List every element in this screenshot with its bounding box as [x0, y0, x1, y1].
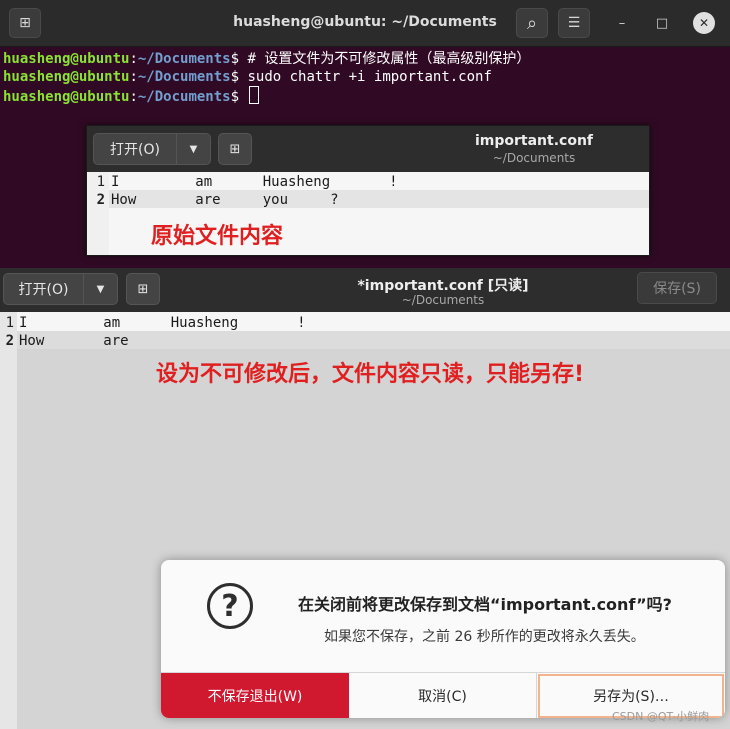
open-button[interactable]: 打开(O) [93, 133, 177, 165]
close-button[interactable]: ✕ [693, 12, 715, 34]
editor-line[interactable]: How are you ? [111, 191, 339, 209]
search-button[interactable]: ⌕ [516, 8, 548, 38]
new-document-button[interactable]: ⊞ [126, 273, 160, 305]
watermark: CSDN @QT-小鲜肉 [612, 710, 710, 723]
close-without-saving-button[interactable]: 不保存退出(W) [161, 673, 349, 718]
document-title: *important.conf [只读] [357, 278, 529, 294]
minimize-icon: – [618, 15, 626, 31]
prompt-dollar: $ [230, 89, 240, 105]
prompt-path: ~/Documents [137, 89, 231, 105]
save-changes-dialog: ? 在关闭前将更改保存到文档“important.conf”吗? 如果您不保存，… [161, 560, 725, 718]
editor-line[interactable]: I am Huasheng ! [19, 314, 306, 332]
cancel-button[interactable]: 取消(C) [349, 673, 537, 718]
prompt-separator: : [129, 51, 138, 67]
annotation-readonly: 设为不可修改后，文件内容只读，只能另存! [156, 362, 585, 387]
line-number: 1 [96, 174, 105, 190]
prompt-separator: : [129, 89, 138, 105]
terminal-command: # 设置文件为不可修改属性（最高级别保护） [239, 51, 531, 67]
search-icon: ⌕ [526, 12, 538, 34]
close-icon: ✕ [698, 16, 710, 30]
line-number: 1 [5, 315, 14, 331]
prompt-user: huasheng@ubuntu [3, 89, 130, 105]
terminal-line: huasheng@ubuntu:~/Documents$ sudo chattr… [3, 68, 492, 86]
new-document-icon: ⊞ [229, 141, 241, 157]
minimize-button[interactable]: – [613, 14, 631, 32]
open-button[interactable]: 打开(O) [3, 273, 84, 305]
maximize-icon: □ [655, 15, 669, 31]
terminal-line[interactable]: huasheng@ubuntu:~/Documents$ [3, 86, 260, 105]
terminal-header-bar: ⊞ huasheng@ubuntu: ~/Documents ⌕ ☰ – □ ✕ [0, 0, 730, 47]
line-number-gutter [0, 312, 17, 729]
document-path: ~/Documents [492, 151, 576, 165]
prompt-dollar: $ [230, 51, 240, 67]
new-document-icon: ⊞ [137, 281, 149, 297]
document-path: ~/Documents [401, 293, 485, 307]
document-title: important.conf [474, 133, 594, 149]
dialog-title: 在关闭前将更改保存到文档“important.conf”吗? [298, 595, 672, 614]
chevron-down-icon: ▼ [189, 143, 198, 155]
menu-button[interactable]: ☰ [558, 8, 590, 38]
terminal-command [239, 89, 247, 105]
terminal-line: huasheng@ubuntu:~/Documents$ # 设置文件为不可修改… [3, 50, 530, 68]
chevron-down-icon: ▼ [96, 283, 105, 295]
terminal-cursor [249, 86, 260, 104]
menu-icon: ☰ [567, 15, 581, 31]
original-editor-header: 打开(O) ▼ ⊞ important.conf ~/Documents [87, 126, 649, 172]
editor-line[interactable]: I am Huasheng ! [111, 173, 398, 191]
question-icon: ? [207, 583, 253, 629]
open-dropdown-button[interactable]: ▼ [177, 133, 211, 165]
prompt-user: huasheng@ubuntu [3, 51, 130, 67]
original-editor-window: 打开(O) ▼ ⊞ important.conf ~/Documents 1 I… [86, 125, 650, 256]
readonly-editor-header: 打开(O) ▼ ⊞ *important.conf [只读] ~/Documen… [0, 268, 730, 313]
prompt-separator: : [129, 69, 138, 85]
annotation-original: 原始文件内容 [151, 224, 284, 249]
terminal-command: sudo chattr +i important.conf [239, 69, 492, 85]
maximize-button[interactable]: □ [653, 14, 671, 32]
prompt-path: ~/Documents [137, 69, 231, 85]
save-button[interactable]: 保存(S) [637, 272, 717, 304]
prompt-dollar: $ [230, 69, 240, 85]
dialog-message: 如果您不保存，之前 26 秒所作的更改将永久丢失。 [324, 629, 645, 645]
line-number: 2 [96, 192, 105, 208]
line-number: 2 [5, 333, 14, 349]
prompt-path: ~/Documents [137, 51, 231, 67]
new-document-button[interactable]: ⊞ [218, 133, 252, 165]
prompt-user: huasheng@ubuntu [3, 69, 130, 85]
open-dropdown-button[interactable]: ▼ [84, 273, 118, 305]
editor-line[interactable]: How are [19, 332, 129, 350]
